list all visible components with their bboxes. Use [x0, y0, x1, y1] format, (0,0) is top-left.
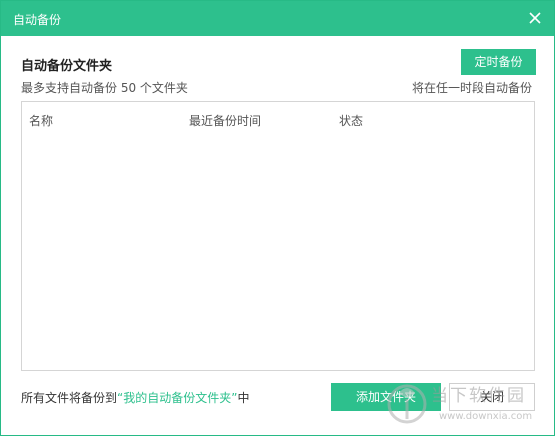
backup-timing-note: 将在任一时段自动备份	[411, 81, 532, 95]
column-header-last-backup-time: 最近备份时间	[189, 114, 262, 128]
backup-folder-list[interactable]: 名称 最近备份时间 状态	[21, 101, 535, 371]
window-title: 自动备份	[13, 13, 62, 27]
destination-suffix: 中	[237, 391, 250, 405]
folder-limit-note: 最多支持自动备份 50 个文件夹	[21, 81, 188, 95]
title-bar: 自动备份	[1, 1, 554, 36]
close-button[interactable]: 关闭	[449, 383, 535, 411]
backup-destination-note: 所有文件将备份到“我的自动备份文件夹”中	[21, 389, 249, 406]
column-header-name: 名称	[29, 114, 54, 128]
watermark-url: www.downxia.com	[439, 411, 533, 422]
scheduled-backup-button[interactable]: 定时备份	[461, 49, 536, 75]
column-header-status: 状态	[339, 114, 364, 128]
destination-folder-link[interactable]: “我的自动备份文件夹”	[117, 391, 237, 405]
backup-dialog: 自动备份 自动备份文件夹 最多支持自动备份 50 个文件夹 定时备份 将在任一时…	[0, 0, 555, 436]
section-title: 自动备份文件夹	[21, 59, 113, 74]
add-folder-button[interactable]: 添加文件夹	[331, 383, 441, 411]
close-icon[interactable]	[524, 7, 546, 29]
destination-prefix: 所有文件将备份到	[21, 391, 118, 405]
